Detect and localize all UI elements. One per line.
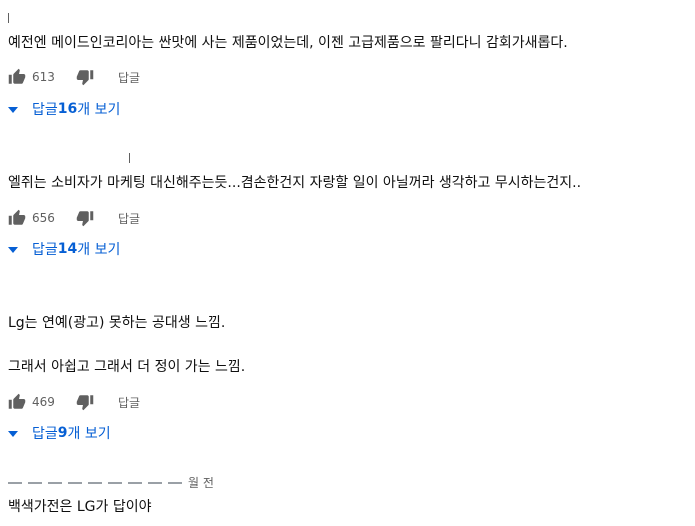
- view-replies-button[interactable]: 답글 16 개 보기: [8, 98, 120, 120]
- replies-suffix: 개 보기: [67, 426, 111, 442]
- comment-text: 엘쥐는 소비자가 마케팅 대신해주는듯...겸손한건지 자랑할 일이 아닐꺼라 …: [8, 175, 582, 191]
- redacted-name-mark: [28, 482, 42, 484]
- comment-author-meta: [2, 288, 132, 306]
- view-replies-button[interactable]: 답글 9개 보기: [8, 422, 111, 444]
- comment-author-meta: 월 전: [8, 474, 218, 492]
- redacted-name-mark: [68, 482, 82, 484]
- redacted-name-mark: [168, 482, 182, 484]
- thumbs-down-icon[interactable]: [76, 209, 94, 227]
- comment-author-meta: [8, 150, 138, 168]
- replies-count: 14: [57, 241, 78, 257]
- like-count: 656: [32, 211, 55, 225]
- comment-author-meta: [8, 10, 138, 28]
- redacted-name-mark: [128, 482, 142, 484]
- redacted-name-mark: [108, 482, 122, 484]
- replies-count: 9: [57, 425, 68, 441]
- comment-actions: 613 답글: [8, 67, 140, 87]
- caret-down-icon: [8, 107, 18, 113]
- caret-down-icon: [8, 247, 18, 253]
- comment-text: 예전엔 메이드인코리아는 싼맛에 사는 제품이었는데, 이젠 고급제품으로 팔리…: [8, 35, 568, 51]
- comment-timestamp: 월 전: [188, 476, 214, 490]
- redacted-name-mark: [8, 482, 22, 484]
- thumbs-up-icon[interactable]: [8, 209, 26, 227]
- meta-divider: [129, 153, 130, 163]
- comment-text: 백색가전은 LG가 답이야: [8, 499, 152, 515]
- comment-text-line-1: Lg는 연예(광고) 못하는 공대생 느낌.: [8, 315, 226, 331]
- caret-down-icon: [8, 431, 18, 437]
- reply-button[interactable]: 답글: [118, 210, 140, 227]
- redacted-name-mark: [88, 482, 102, 484]
- thumbs-up-icon[interactable]: [8, 393, 26, 411]
- comment-actions: 656 답글: [8, 208, 140, 228]
- reply-button[interactable]: 답글: [118, 69, 140, 86]
- replies-suffix: 개 보기: [77, 242, 121, 258]
- thumbs-down-icon[interactable]: [76, 393, 94, 411]
- thumbs-up-icon[interactable]: [8, 68, 26, 86]
- meta-divider: [8, 13, 9, 23]
- reply-button[interactable]: 답글: [118, 394, 140, 411]
- comment-actions: 469 답글: [8, 392, 140, 412]
- replies-prefix: 답글: [32, 426, 58, 442]
- replies-prefix: 답글: [32, 102, 58, 118]
- like-count: 469: [32, 395, 55, 409]
- view-replies-button[interactable]: 답글 14 개 보기: [8, 238, 120, 260]
- replies-suffix: 개 보기: [77, 102, 121, 118]
- redacted-name-mark: [48, 482, 62, 484]
- comment-text-line-2: 그래서 아쉽고 그래서 더 정이 가는 느낌.: [8, 359, 246, 375]
- thumbs-down-icon[interactable]: [76, 68, 94, 86]
- like-count: 613: [32, 70, 55, 84]
- replies-prefix: 답글: [32, 242, 58, 258]
- replies-count: 16: [57, 101, 78, 117]
- redacted-name-mark: [148, 482, 162, 484]
